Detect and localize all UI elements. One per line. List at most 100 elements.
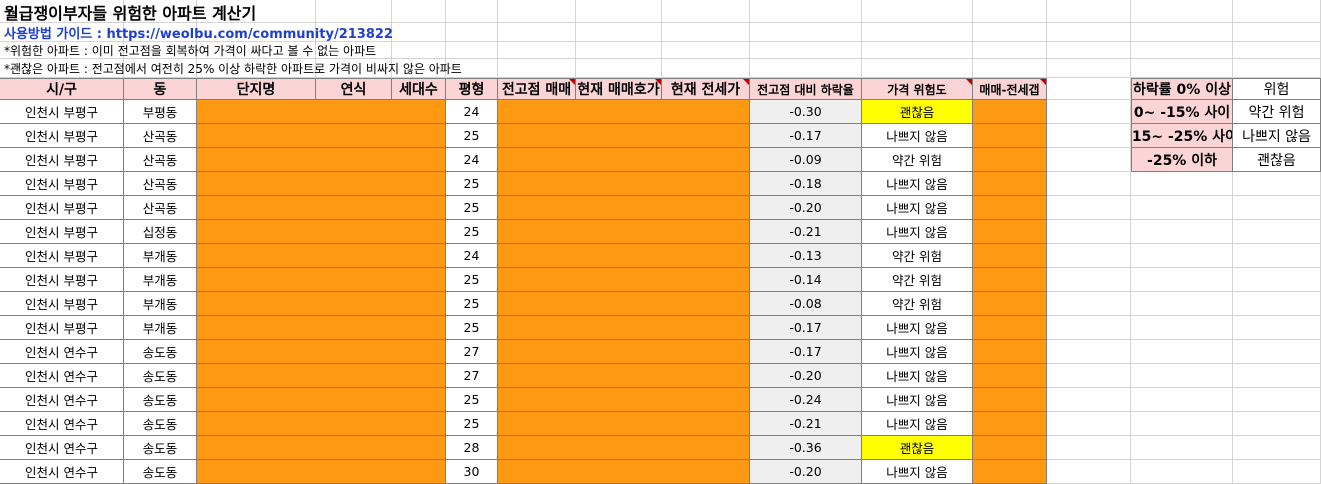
grid-cell[interactable] xyxy=(1047,460,1131,484)
cell-city[interactable]: 인천시 연수구 xyxy=(0,412,124,436)
cell-risk[interactable]: 약간 위험 xyxy=(862,244,973,268)
masked-cell-gap[interactable] xyxy=(973,364,1047,388)
cell-size[interactable]: 25 xyxy=(446,292,498,316)
masked-cells-prices[interactable] xyxy=(498,172,750,196)
masked-cell-gap[interactable] xyxy=(973,316,1047,340)
masked-cells-complex[interactable] xyxy=(197,124,446,148)
grid-cell[interactable] xyxy=(1131,364,1233,388)
grid-cell[interactable] xyxy=(1233,220,1321,244)
grid-cell[interactable] xyxy=(1233,196,1321,220)
cell-drop-rate[interactable]: -0.24 xyxy=(750,388,862,412)
cell-dong[interactable]: 부개동 xyxy=(124,268,197,292)
cell-size[interactable]: 27 xyxy=(446,364,498,388)
cell-dong[interactable]: 송도동 xyxy=(124,436,197,460)
cell-size[interactable]: 25 xyxy=(446,196,498,220)
cell-city[interactable]: 인천시 연수구 xyxy=(0,340,124,364)
grid-cell[interactable] xyxy=(1047,292,1131,316)
masked-cells-complex[interactable] xyxy=(197,340,446,364)
grid-cell[interactable] xyxy=(1047,364,1131,388)
masked-cell-gap[interactable] xyxy=(973,412,1047,436)
grid-cell[interactable] xyxy=(1131,244,1233,268)
masked-cells-complex[interactable] xyxy=(197,316,446,340)
grid-cell[interactable] xyxy=(1233,316,1321,340)
grid-cell[interactable] xyxy=(1047,316,1131,340)
cell-city[interactable]: 인천시 연수구 xyxy=(0,460,124,484)
col-header-year[interactable]: 연식 xyxy=(316,78,392,100)
cell-drop-rate[interactable]: -0.13 xyxy=(750,244,862,268)
cell-dong[interactable]: 송도동 xyxy=(124,388,197,412)
masked-cell-gap[interactable] xyxy=(973,436,1047,460)
cell-dong[interactable]: 산곡동 xyxy=(124,124,197,148)
cell-size[interactable]: 25 xyxy=(446,124,498,148)
grid-cell[interactable] xyxy=(1131,460,1233,484)
guide-link[interactable]: 사용방법 가이드 : https://weolbu.com/community/… xyxy=(0,23,900,42)
cell-city[interactable]: 인천시 부평구 xyxy=(0,148,124,172)
grid-cell[interactable] xyxy=(1047,388,1131,412)
legend-header-range[interactable]: 하락률 0% 이상 xyxy=(1131,78,1233,100)
grid-cell[interactable] xyxy=(1047,172,1131,196)
masked-cells-prices[interactable] xyxy=(498,292,750,316)
col-header-gap[interactable]: 매매-전세갭 xyxy=(973,78,1047,100)
grid-cell[interactable] xyxy=(1047,220,1131,244)
grid-cell[interactable] xyxy=(1047,124,1131,148)
col-header-peak-price[interactable]: 전고점 매매 xyxy=(498,78,576,100)
cell-size[interactable]: 25 xyxy=(446,412,498,436)
cell-size[interactable]: 24 xyxy=(446,244,498,268)
grid-cell[interactable] xyxy=(1233,59,1321,78)
cell-size[interactable]: 25 xyxy=(446,316,498,340)
cell-city[interactable]: 인천시 부평구 xyxy=(0,292,124,316)
cell-city[interactable]: 인천시 부평구 xyxy=(0,244,124,268)
grid-cell[interactable] xyxy=(1131,292,1233,316)
cell-dong[interactable]: 십정동 xyxy=(124,220,197,244)
masked-cells-prices[interactable] xyxy=(498,436,750,460)
cell-dong[interactable]: 부개동 xyxy=(124,292,197,316)
cell-size[interactable]: 24 xyxy=(446,100,498,124)
cell-dong[interactable]: 송도동 xyxy=(124,364,197,388)
cell-city[interactable]: 인천시 연수구 xyxy=(0,388,124,412)
masked-cells-prices[interactable] xyxy=(498,220,750,244)
masked-cells-complex[interactable] xyxy=(197,364,446,388)
legend-risk[interactable]: 나쁘지 않음 xyxy=(1233,124,1321,148)
masked-cells-prices[interactable] xyxy=(498,388,750,412)
grid-cell[interactable] xyxy=(1131,412,1233,436)
cell-city[interactable]: 인천시 부평구 xyxy=(0,124,124,148)
grid-cell[interactable] xyxy=(1047,23,1131,42)
cell-size[interactable]: 27 xyxy=(446,340,498,364)
masked-cell-gap[interactable] xyxy=(973,244,1047,268)
grid-cell[interactable] xyxy=(1233,388,1321,412)
masked-cells-complex[interactable] xyxy=(197,412,446,436)
cell-city[interactable]: 인천시 부평구 xyxy=(0,316,124,340)
cell-size[interactable]: 25 xyxy=(446,172,498,196)
grid-cell[interactable] xyxy=(1233,0,1321,23)
cell-risk[interactable]: 나쁘지 않음 xyxy=(862,172,973,196)
cell-drop-rate[interactable]: -0.08 xyxy=(750,292,862,316)
masked-cells-complex[interactable] xyxy=(197,436,446,460)
cell-size[interactable]: 25 xyxy=(446,268,498,292)
grid-cell[interactable] xyxy=(1047,244,1131,268)
grid-cell[interactable] xyxy=(1233,172,1321,196)
grid-cell[interactable] xyxy=(1131,316,1233,340)
masked-cells-complex[interactable] xyxy=(197,460,446,484)
cell-risk[interactable]: 약간 위험 xyxy=(862,292,973,316)
cell-dong[interactable]: 송도동 xyxy=(124,412,197,436)
cell-drop-rate[interactable]: -0.17 xyxy=(750,316,862,340)
grid-cell[interactable] xyxy=(1131,0,1233,23)
cell-drop-rate[interactable]: -0.21 xyxy=(750,412,862,436)
grid-cell[interactable] xyxy=(1233,268,1321,292)
legend-range[interactable]: -15~ -25% 사이 xyxy=(1131,124,1233,148)
cell-drop-rate[interactable]: -0.17 xyxy=(750,340,862,364)
col-header-complex[interactable]: 단지명 xyxy=(197,78,316,100)
cell-risk[interactable]: 약간 위험 xyxy=(862,268,973,292)
grid-cell[interactable] xyxy=(1233,292,1321,316)
grid-cell[interactable] xyxy=(1233,42,1321,59)
masked-cell-gap[interactable] xyxy=(973,292,1047,316)
cell-drop-rate[interactable]: -0.21 xyxy=(750,220,862,244)
grid-cell[interactable] xyxy=(1047,196,1131,220)
masked-cells-prices[interactable] xyxy=(498,316,750,340)
grid-cell[interactable] xyxy=(973,0,1047,23)
cell-size[interactable]: 28 xyxy=(446,436,498,460)
cell-city[interactable]: 인천시 부평구 xyxy=(0,220,124,244)
grid-cell[interactable] xyxy=(1047,268,1131,292)
cell-dong[interactable]: 송도동 xyxy=(124,340,197,364)
grid-cell[interactable] xyxy=(1131,42,1233,59)
